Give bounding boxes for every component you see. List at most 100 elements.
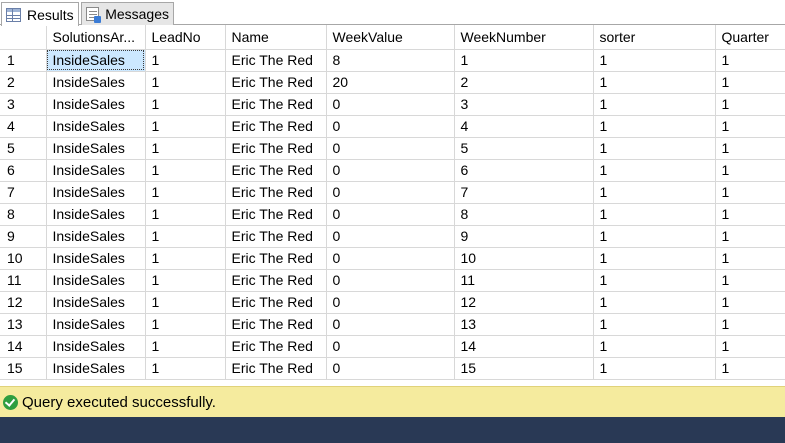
table-cell[interactable]: Eric The Red (225, 291, 327, 314)
table-cell[interactable]: 1 (593, 115, 716, 138)
table-cell[interactable]: 5 (454, 137, 594, 160)
table-row[interactable]: 5 InsideSales 1 Eric The Red 0 5 1 1 (0, 137, 785, 160)
table-cell[interactable]: 1 (145, 291, 226, 314)
table-row[interactable]: 11 InsideSales 1 Eric The Red 0 11 1 1 (0, 269, 785, 292)
table-cell[interactable]: 1 (145, 247, 226, 270)
table-cell[interactable]: InsideSales (46, 181, 146, 204)
table-row[interactable]: 9 InsideSales 1 Eric The Red 0 9 1 1 (0, 225, 785, 248)
table-cell[interactable]: Eric The Red (225, 115, 327, 138)
row-number-cell[interactable]: 3 (0, 93, 47, 116)
table-cell[interactable]: 1 (715, 181, 785, 204)
table-cell[interactable]: Eric The Red (225, 247, 327, 270)
table-cell[interactable]: 1 (145, 225, 226, 248)
table-cell[interactable]: InsideSales (46, 49, 146, 72)
table-cell[interactable]: 1 (145, 93, 226, 116)
table-cell[interactable]: InsideSales (46, 71, 146, 94)
table-cell[interactable]: 0 (326, 313, 455, 336)
table-cell[interactable]: 0 (326, 93, 455, 116)
table-cell[interactable]: InsideSales (46, 335, 146, 358)
table-cell[interactable]: 1 (715, 159, 785, 182)
table-cell[interactable]: 4 (454, 115, 594, 138)
table-cell[interactable]: Eric The Red (225, 335, 327, 358)
table-cell[interactable]: 1 (715, 269, 785, 292)
table-cell[interactable]: 1 (593, 159, 716, 182)
table-cell[interactable]: 1 (145, 269, 226, 292)
table-row[interactable]: 4 InsideSales 1 Eric The Red 0 4 1 1 (0, 115, 785, 138)
column-header[interactable]: SolutionsAr... (46, 25, 146, 50)
table-cell[interactable]: 6 (454, 159, 594, 182)
table-row[interactable]: 12 InsideSales 1 Eric The Red 0 12 1 1 (0, 291, 785, 314)
table-cell[interactable]: 1 (145, 181, 226, 204)
table-cell[interactable]: 1 (593, 291, 716, 314)
table-cell[interactable]: 1 (715, 115, 785, 138)
table-cell[interactable]: 0 (326, 159, 455, 182)
table-row[interactable]: 3 InsideSales 1 Eric The Red 0 3 1 1 (0, 93, 785, 116)
table-cell[interactable]: 12 (454, 291, 594, 314)
table-cell[interactable]: 9 (454, 225, 594, 248)
table-cell[interactable]: Eric The Red (225, 269, 327, 292)
table-cell[interactable]: Eric The Red (225, 225, 327, 248)
table-cell[interactable]: 1 (145, 335, 226, 358)
table-cell[interactable]: 0 (326, 247, 455, 270)
row-number-cell[interactable]: 9 (0, 225, 47, 248)
table-cell[interactable]: InsideSales (46, 291, 146, 314)
table-cell[interactable]: InsideSales (46, 225, 146, 248)
column-header[interactable]: WeekNumber (454, 25, 594, 50)
column-header[interactable]: WeekValue (326, 25, 455, 50)
table-cell[interactable]: 1 (593, 247, 716, 270)
table-cell[interactable]: 7 (454, 181, 594, 204)
table-cell[interactable]: 1 (593, 225, 716, 248)
table-cell[interactable]: Eric The Red (225, 313, 327, 336)
table-cell[interactable]: 2 (454, 71, 594, 94)
table-cell[interactable]: 1 (593, 269, 716, 292)
row-number-cell[interactable]: 1 (0, 49, 47, 72)
table-cell[interactable]: 0 (326, 269, 455, 292)
table-cell[interactable]: 1 (593, 71, 716, 94)
table-cell[interactable]: 0 (326, 137, 455, 160)
results-grid[interactable]: SolutionsAr... LeadNo Name WeekValue WeekNum… (0, 25, 785, 386)
table-cell[interactable]: Eric The Red (225, 203, 327, 226)
table-cell[interactable]: 1 (145, 71, 226, 94)
table-cell[interactable]: InsideSales (46, 93, 146, 116)
table-cell[interactable]: 1 (145, 357, 226, 380)
table-cell[interactable]: InsideSales (46, 269, 146, 292)
table-cell[interactable]: InsideSales (46, 137, 146, 160)
row-number-cell[interactable]: 10 (0, 247, 47, 270)
row-number-cell[interactable]: 5 (0, 137, 47, 160)
table-cell[interactable]: 1 (715, 137, 785, 160)
table-cell[interactable]: 1 (715, 203, 785, 226)
table-cell[interactable]: 1 (593, 357, 716, 380)
row-number-cell[interactable]: 12 (0, 291, 47, 314)
table-cell[interactable]: 1 (145, 313, 226, 336)
table-cell[interactable]: 1 (715, 49, 785, 72)
tab-results[interactable]: Results (1, 2, 79, 26)
table-row[interactable]: 14 InsideSales 1 Eric The Red 0 14 1 1 (0, 335, 785, 358)
row-number-header[interactable] (0, 25, 47, 50)
table-cell[interactable]: 1 (145, 49, 226, 72)
table-row[interactable]: 2 InsideSales 1 Eric The Red 20 2 1 1 (0, 71, 785, 94)
table-cell[interactable]: 1 (715, 291, 785, 314)
table-cell[interactable]: 20 (326, 71, 455, 94)
table-row[interactable]: 7 InsideSales 1 Eric The Red 0 7 1 1 (0, 181, 785, 204)
table-cell[interactable]: 1 (715, 313, 785, 336)
table-cell[interactable]: Eric The Red (225, 181, 327, 204)
table-cell[interactable]: InsideSales (46, 247, 146, 270)
table-cell[interactable]: 1 (593, 137, 716, 160)
table-cell[interactable]: 1 (145, 137, 226, 160)
table-cell[interactable]: 1 (593, 181, 716, 204)
table-row[interactable]: 8 InsideSales 1 Eric The Red 0 8 1 1 (0, 203, 785, 226)
table-cell[interactable]: 1 (593, 335, 716, 358)
table-cell[interactable]: 1 (593, 49, 716, 72)
table-cell[interactable]: 1 (715, 225, 785, 248)
table-cell[interactable]: 15 (454, 357, 594, 380)
table-cell[interactable]: InsideSales (46, 159, 146, 182)
table-cell[interactable]: InsideSales (46, 357, 146, 380)
table-cell[interactable]: 1 (715, 93, 785, 116)
table-cell[interactable]: 1 (145, 115, 226, 138)
table-cell[interactable]: InsideSales (46, 313, 146, 336)
row-number-cell[interactable]: 8 (0, 203, 47, 226)
table-row[interactable]: 15 InsideSales 1 Eric The Red 0 15 1 1 (0, 357, 785, 380)
table-cell[interactable]: 1 (145, 159, 226, 182)
table-cell[interactable]: 1 (593, 93, 716, 116)
row-number-cell[interactable]: 6 (0, 159, 47, 182)
